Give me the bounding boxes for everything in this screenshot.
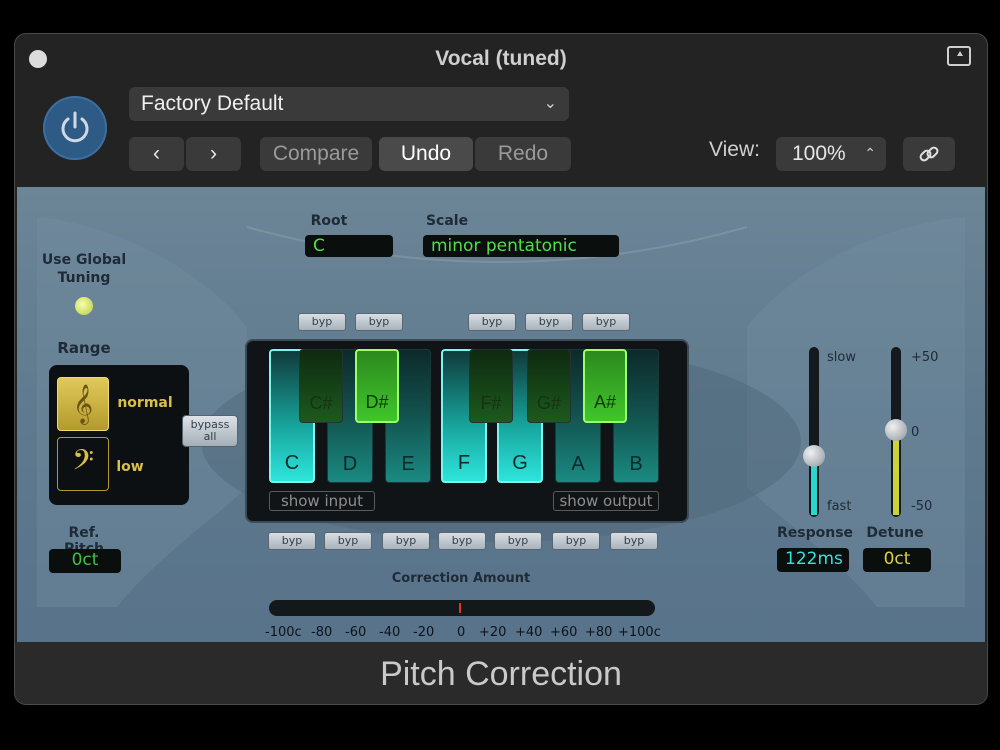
meter-tick: +80 [585,625,613,640]
response-display[interactable]: 122ms [777,548,849,572]
response-fast-label: fast [827,499,852,514]
scale-display[interactable]: minor pentatonic [423,235,619,257]
response-slider-handle[interactable] [803,445,825,467]
response-label: Response [777,525,854,541]
zoom-select[interactable]: 100% ⌃ [776,137,886,171]
meter-tick: +20 [479,625,507,640]
bass-clef-icon[interactable]: 𝄢 [57,437,109,491]
next-preset-button[interactable]: › [186,137,241,171]
bypass-c-sharp-button[interactable]: byp [298,313,346,331]
range-low-label[interactable]: low [115,459,145,475]
root-display[interactable]: C [305,235,393,257]
use-global-tuning-led[interactable] [75,297,93,315]
show-input-button[interactable]: show input [269,491,375,511]
bypass-a-button[interactable]: byp [552,532,600,550]
view-label: View: [709,138,760,161]
key-a-sharp[interactable]: A# [583,349,627,423]
key-g-sharp[interactable]: G# [527,349,571,423]
ref-pitch-display[interactable]: 0ct [49,549,121,573]
detune-label: Detune [866,525,924,541]
correction-amount-label: Correction Amount [391,571,531,586]
meter-tick: -40 [379,625,401,640]
correction-amount-meter [269,600,655,616]
stepper-icon: ⌃ [864,145,876,161]
detune-bottom-label: -50 [911,499,933,514]
bypass-all-button[interactable]: bypass all [182,415,238,447]
show-output-button[interactable]: show output [553,491,659,511]
use-global-tuning-label: Use Global Tuning [41,252,127,286]
bypass-c-button[interactable]: byp [268,532,316,550]
redo-button[interactable]: Redo [475,137,571,171]
power-icon [61,111,89,143]
response-slider[interactable] [809,347,819,517]
range-selector: 𝄞 normal 𝄢 low [49,365,189,505]
detune-top-label: +50 [911,350,939,365]
detune-mid-label: 0 [911,425,920,440]
bypass-d-button[interactable]: byp [324,532,372,550]
detune-display[interactable]: 0ct [863,548,931,572]
meter-tick: +100c [618,625,661,640]
plugin-name: Pitch Correction [380,655,622,693]
meter-tick: +60 [550,625,578,640]
range-normal-label[interactable]: normal [115,395,175,411]
expand-icon[interactable] [947,46,971,66]
bypass-f-sharp-button[interactable]: byp [468,313,516,331]
zoom-value: 100% [792,142,846,165]
range-label: Range [57,339,111,357]
root-label: Root [310,213,348,229]
meter-tick: +40 [515,625,543,640]
meter-tick: -100c [265,625,302,640]
compare-button[interactable]: Compare [260,137,372,171]
bypass-g-button[interactable]: byp [494,532,542,550]
link-icon [919,146,939,162]
response-slow-label: slow [827,350,856,365]
key-d-sharp[interactable]: D# [355,349,399,423]
bypass-g-sharp-button[interactable]: byp [525,313,573,331]
preset-name: Factory Default [141,92,284,115]
detune-fill [893,432,899,515]
link-button[interactable] [903,137,955,171]
chevron-down-icon: ⌄ [543,95,557,112]
meter-center-marker [459,603,461,613]
response-fill [811,465,817,515]
preset-dropdown[interactable]: Factory Default ⌄ [129,87,569,121]
bypass-e-button[interactable]: byp [382,532,430,550]
title-bar: Vocal (tuned) [15,34,987,84]
pitch-correction-panel: Use Global Tuning Range 𝄞 normal 𝄢 low R… [17,187,985,642]
meter-tick: -80 [311,625,333,640]
window-title: Vocal (tuned) [435,47,567,70]
meter-tick: 0 [457,625,466,640]
bypass-d-sharp-button[interactable]: byp [355,313,403,331]
bypass-a-sharp-button[interactable]: byp [582,313,630,331]
meter-tick: -60 [345,625,367,640]
plugin-footer: Pitch Correction [15,642,987,704]
scale-label: Scale [425,213,469,229]
previous-preset-button[interactable]: ‹ [129,137,184,171]
bypass-f-button[interactable]: byp [438,532,486,550]
meter-tick: -20 [413,625,435,640]
detune-slider-handle[interactable] [885,419,907,441]
bypass-b-button[interactable]: byp [610,532,658,550]
undo-button[interactable]: Undo [379,137,473,171]
plugin-window: Vocal (tuned) Factory Default ⌄ ‹ › Comp… [14,33,988,705]
key-f-sharp[interactable]: F# [469,349,513,423]
treble-clef-icon[interactable]: 𝄞 [57,377,109,431]
scale-keyboard: C D E F G A B C# D# F# G# A# show input … [245,339,689,523]
key-c-sharp[interactable]: C# [299,349,343,423]
power-button[interactable] [43,96,107,160]
